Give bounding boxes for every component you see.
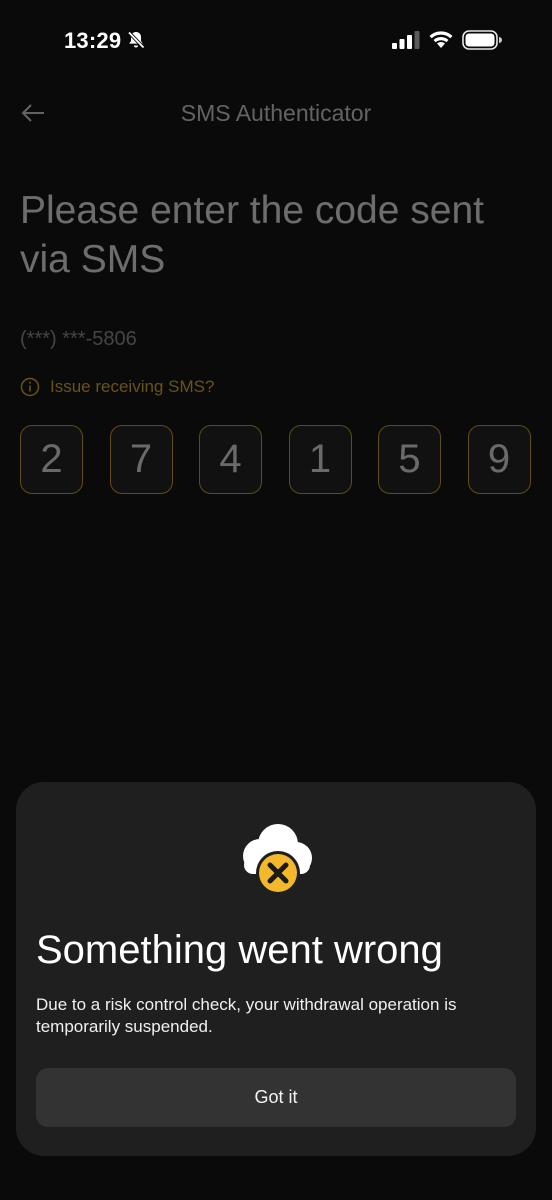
- page-title: SMS Authenticator: [180, 100, 372, 126]
- code-digit-2[interactable]: 7: [109, 425, 173, 494]
- got-it-button[interactable]: Got it: [36, 1068, 516, 1127]
- dialog-message: Due to a risk control check, your withdr…: [36, 995, 457, 1036]
- code-digit-5[interactable]: 5: [378, 425, 441, 494]
- issue-receiving-sms-link[interactable]: Issue receiving SMS?: [20, 376, 214, 398]
- issue-link-label: Issue receiving SMS?: [50, 377, 215, 396]
- dialog-title: Something went wrong: [36, 928, 443, 972]
- cloud-error-icon: [243, 824, 312, 895]
- error-bottom-sheet: Something went wrong Due to a risk contr…: [16, 782, 536, 1156]
- masked-phone-number: (***) ***-5806: [20, 328, 137, 350]
- code-input-row: 2 7 4 1 5 9: [20, 425, 532, 495]
- code-digit-3[interactable]: 4: [199, 425, 262, 494]
- code-digit-1[interactable]: 2: [20, 425, 83, 494]
- heading: Please enter the code sent via SMS: [20, 189, 484, 281]
- code-digit-4[interactable]: 1: [288, 425, 352, 494]
- info-icon: [20, 377, 40, 397]
- code-digit-6[interactable]: 9: [467, 425, 531, 494]
